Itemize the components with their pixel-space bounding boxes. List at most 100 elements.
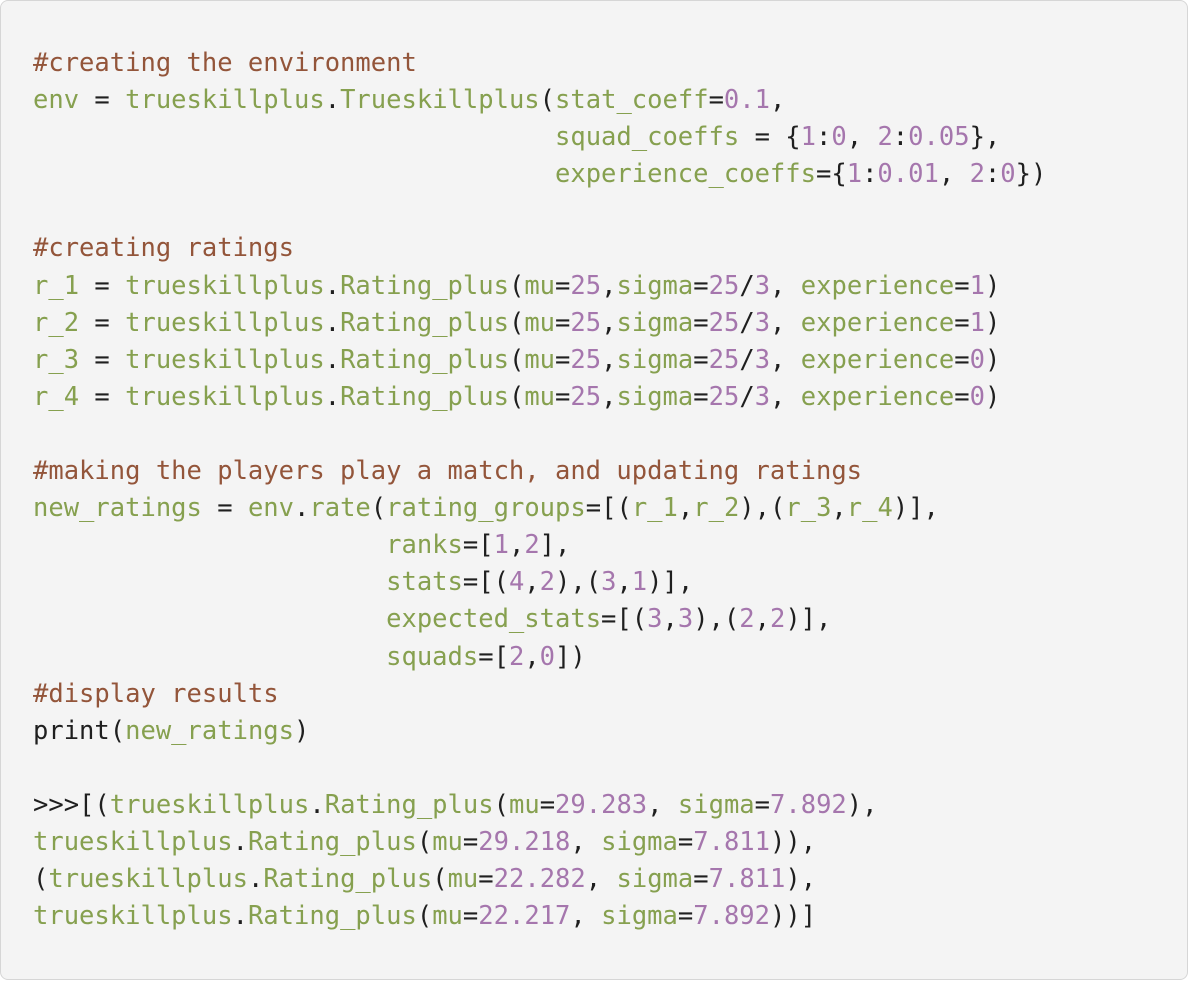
code-operator: ),( [555,567,602,598]
code-number: 25 [708,381,740,412]
code-identifier: trueskillplus [33,901,233,932]
code-line: (trueskillplus.Rating_plus(mu=22.282, si… [33,861,1046,898]
code-operator: ( [493,789,509,820]
code-operator: = [708,85,724,116]
code-identifier: mu [508,789,540,820]
code-operator: = [539,789,556,820]
code-number: 25 [708,270,740,301]
code-snippet-panel: #creating the environment env = trueskill… [0,0,1188,980]
code-operator: , [524,641,540,672]
code-line: print(new_ratings) [33,713,1046,750]
code-operator: . [309,789,325,820]
code-number: 3 [647,604,663,635]
code-operator [33,567,386,597]
code-line: env = trueskillplus.Trueskillplus(stat_c… [33,82,1046,119]
code-number: 25 [570,344,602,375]
code-operator: / [739,307,755,338]
code-number: 3 [754,307,771,338]
code-operator: ))] [770,901,817,932]
code-comment: #display results [33,678,279,709]
code-operator: }) [1015,159,1047,190]
code-operator [33,122,555,152]
code-operator: , [601,381,617,412]
code-identifier: experience_coeffs [554,159,816,190]
code-identifier: Trueskillplus [340,85,540,116]
code-operator: , [570,826,602,857]
code-operator: , [938,159,970,190]
code-operator: ( [508,344,525,375]
code-identifier: Rating_plus [247,901,417,932]
code-operator: , [616,567,632,598]
code-line: r_2 = trueskillplus.Rating_plus(mu=25,si… [33,305,1046,342]
code-operator: = [555,381,571,412]
code-identifier: mu [447,864,479,895]
code-operator: . [324,85,341,116]
code-operator: =[( [585,493,632,524]
code-identifier: stats [386,567,463,598]
code-operator: = { [739,122,801,153]
code-identifier: experience [800,381,955,412]
code-operator: , [508,530,525,561]
code-identifier: expected_stats [386,604,602,635]
code-line: ranks=[1,2], [33,527,1046,564]
code-operator: >>>[( [33,789,110,820]
code-identifier: Rating_plus [340,344,509,375]
code-operator: , [770,307,801,338]
code-line: r_1 = trueskillplus.Rating_plus(mu=25,si… [33,268,1046,305]
code-identifier: trueskillplus [48,864,248,895]
code-identifier: sigma [677,789,755,820]
code-operator: = [693,307,709,338]
code-operator: . [324,270,341,301]
code-operator: =[( [601,604,648,635]
code-identifier: Rating_plus [340,381,509,412]
code-identifier: trueskillplus [125,85,325,116]
code-operator: =[( [462,567,509,598]
code-operator: )], [647,567,694,598]
code-number: 0 [969,381,986,412]
code-operator: , [846,122,878,153]
code-operator: . [294,493,310,524]
code-identifier: mu [524,344,556,375]
code-operator: , [770,381,801,412]
code-line: #creating ratings [33,230,1046,267]
code-number: 1 [493,530,509,561]
code-identifier: sigma [616,270,694,301]
code-operator [33,604,386,634]
code-number: 1 [800,122,816,153]
code-line: #making the players play a match, and up… [33,453,1046,490]
code-operator: , [662,604,678,635]
code-identifier: experience [800,270,955,301]
code-operator: ( [508,381,525,412]
code-operator: : [816,122,832,153]
code-number: 25 [570,270,602,301]
code-identifier: Rating_plus [340,270,509,301]
code-operator: ( [508,307,525,338]
code-identifier: r_2 [33,307,80,338]
code-line: #creating the environment [33,45,1046,82]
code-number: 3 [677,604,694,635]
code-identifier: squad_coeffs [554,122,740,153]
code-number: 0.01 [877,159,939,190]
code-number: 0.05 [908,122,970,153]
code-identifier: trueskillplus [125,270,325,301]
code-operator: = [954,307,970,338]
code-identifier: sigma [616,307,694,338]
code-identifier: rate [309,493,371,524]
code-line: stats=[(4,2),(3,1)], [33,564,1046,601]
code-comment: #making the players play a match, and up… [33,456,863,487]
code-identifier: sigma [601,826,678,857]
code-identifier: Rating_plus [247,826,417,857]
code-identifier: mu [524,270,556,301]
code-operator: )), [770,826,817,857]
code-operator: = [954,270,970,301]
code-operator: = [79,270,126,301]
code-identifier: r_1 [33,270,80,301]
code-identifier: r_4 [33,381,80,412]
code-identifier: Rating_plus [340,307,509,338]
code-number: 3 [601,567,617,598]
code-operator: = [555,307,571,338]
code-line: #display results [33,676,1046,713]
code-operator: ) [985,344,1001,375]
code-number: 7.892 [770,789,847,820]
